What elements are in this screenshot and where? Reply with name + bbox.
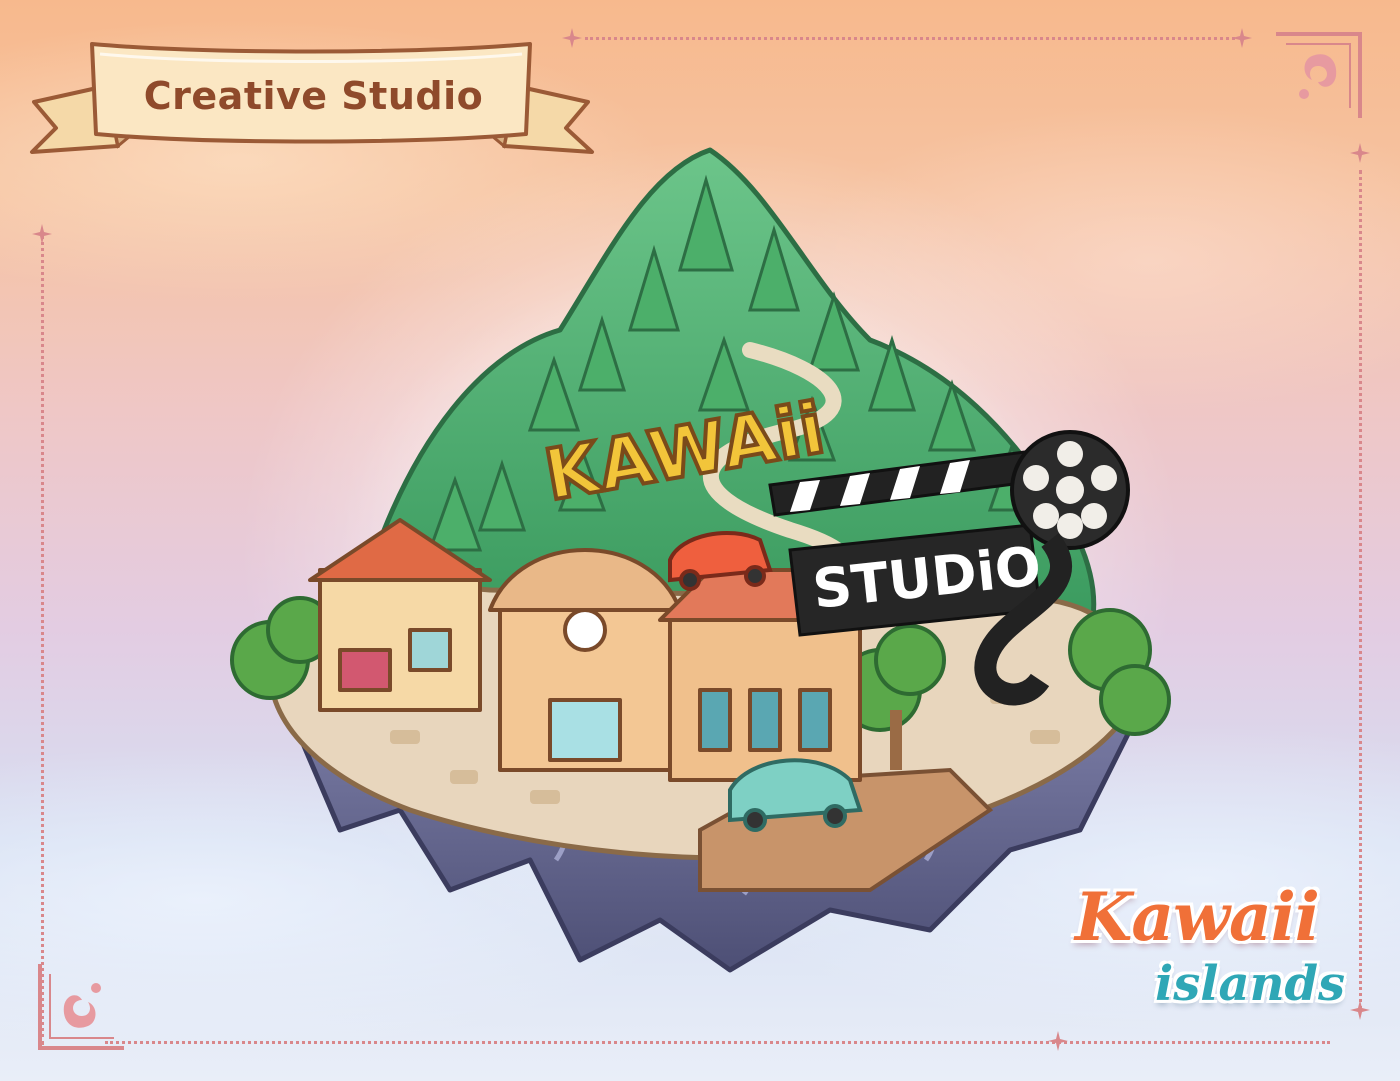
island-illustration: KAWAii STUDiO (230, 140, 1180, 973)
game-logo: Kawaii islands (1060, 878, 1360, 1038)
frame-left-line (41, 235, 44, 1045)
logo-line2: islands (1155, 956, 1346, 1012)
corner-ornament-icon (1276, 32, 1362, 118)
frame-bottom-line (105, 1041, 1330, 1044)
logo-line1: Kawaii (1075, 878, 1320, 956)
sparkle-icon (1350, 143, 1370, 163)
frame-top-line (585, 37, 1235, 40)
banner-title: Creative Studio (143, 74, 484, 118)
corner-ornament-icon (38, 964, 124, 1050)
sparkle-icon (1232, 28, 1252, 48)
sparkle-icon (32, 224, 52, 244)
